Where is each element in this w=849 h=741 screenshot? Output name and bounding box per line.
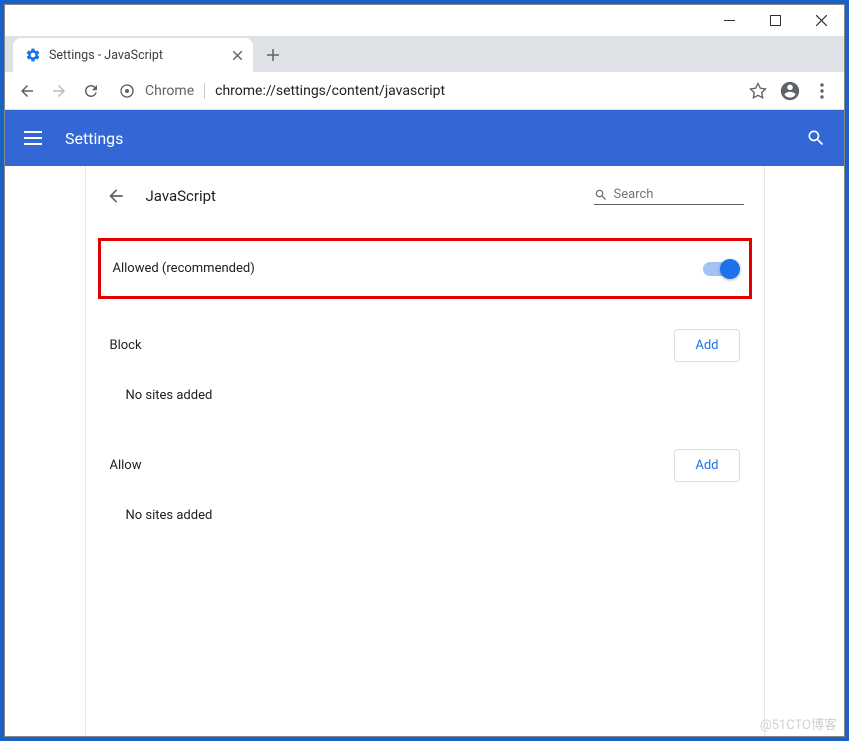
- tab-title: Settings - JavaScript: [49, 48, 221, 63]
- allow-add-button[interactable]: Add: [674, 449, 739, 482]
- window-close-button[interactable]: [798, 5, 844, 36]
- reload-button[interactable]: [77, 77, 105, 105]
- toolbar: Chrome chrome://settings/content/javascr…: [5, 72, 844, 110]
- hamburger-menu-icon[interactable]: [21, 126, 45, 150]
- close-icon[interactable]: [229, 47, 245, 63]
- allow-section-title: Allow: [110, 458, 142, 473]
- gear-icon: [25, 47, 41, 63]
- window-maximize-button[interactable]: [752, 5, 798, 36]
- search-input[interactable]: [614, 187, 744, 202]
- tabstrip: Settings - JavaScript: [5, 36, 844, 72]
- allowed-toggle[interactable]: [703, 262, 737, 276]
- content-area: JavaScript Allowed (recommended) Block A…: [5, 166, 844, 736]
- allow-empty-message: No sites added: [110, 490, 740, 541]
- site-info-icon[interactable]: [119, 83, 135, 99]
- url-protocol-label: Chrome: [145, 83, 194, 99]
- window-minimize-button[interactable]: [706, 5, 752, 36]
- toggle-label: Allowed (recommended): [113, 261, 255, 276]
- window-titlebar: [5, 5, 844, 36]
- back-arrow-icon[interactable]: [106, 186, 126, 206]
- appbar-title: Settings: [65, 129, 804, 148]
- page-search[interactable]: [594, 187, 744, 205]
- account-icon[interactable]: [776, 77, 804, 105]
- watermark: @51CTO博客: [760, 714, 837, 733]
- back-button[interactable]: [13, 77, 41, 105]
- block-empty-message: No sites added: [110, 370, 740, 421]
- block-section: Block Add No sites added: [86, 311, 764, 431]
- page-title: JavaScript: [146, 187, 574, 205]
- address-bar[interactable]: Chrome chrome://settings/content/javascr…: [109, 83, 740, 99]
- toggle-knob: [720, 259, 740, 279]
- allow-section: Allow Add No sites added: [86, 431, 764, 551]
- bookmark-star-icon[interactable]: [744, 77, 772, 105]
- search-icon[interactable]: [804, 126, 828, 150]
- separator: [204, 83, 205, 99]
- card-header: JavaScript: [86, 174, 764, 218]
- new-tab-button[interactable]: [259, 41, 287, 69]
- allowed-toggle-row: Allowed (recommended): [98, 238, 752, 299]
- block-add-button[interactable]: Add: [674, 329, 739, 362]
- search-icon: [594, 188, 608, 202]
- kebab-menu-icon[interactable]: [808, 77, 836, 105]
- settings-card: JavaScript Allowed (recommended) Block A…: [85, 166, 765, 736]
- chrome-window: Settings - JavaScript Chrome chrome://se…: [4, 4, 845, 737]
- url-text: chrome://settings/content/javascript: [215, 83, 445, 99]
- browser-tab[interactable]: Settings - JavaScript: [13, 38, 253, 72]
- block-section-title: Block: [110, 338, 142, 353]
- settings-appbar: Settings: [5, 110, 844, 166]
- forward-button[interactable]: [45, 77, 73, 105]
